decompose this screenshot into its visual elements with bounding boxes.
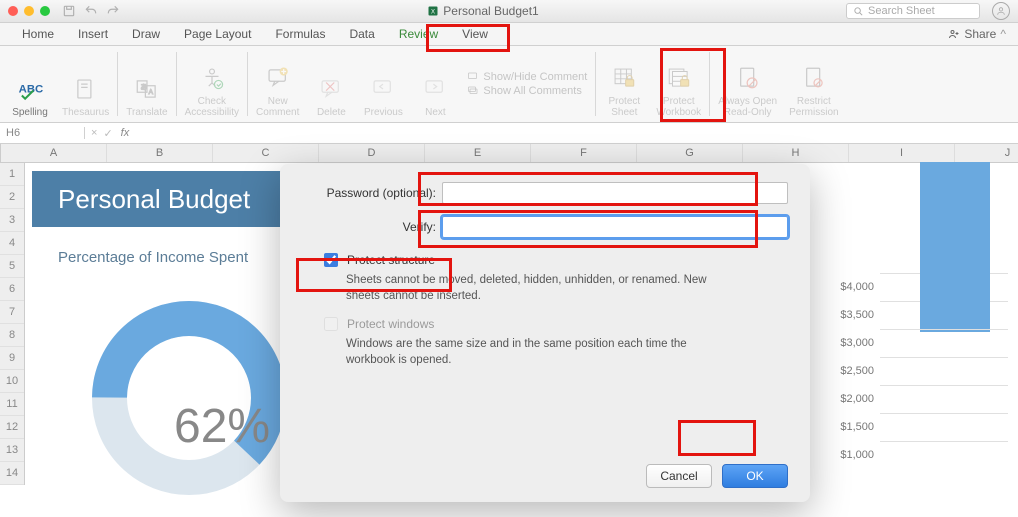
next-label: Next <box>425 107 446 118</box>
spelling-label: Spelling <box>12 107 48 118</box>
column-headers: A B C D E F G H I J <box>0 144 1018 163</box>
col-h[interactable]: H <box>743 144 849 162</box>
previous-label: Previous <box>364 107 403 118</box>
undo-icon[interactable] <box>84 4 98 18</box>
tab-home[interactable]: Home <box>10 24 66 44</box>
zoom-icon[interactable] <box>40 6 50 16</box>
new-comment-label: New Comment <box>256 96 299 118</box>
delete-label: Delete <box>317 107 346 118</box>
restrict-label: Restrict Permission <box>789 96 838 118</box>
user-avatar[interactable] <box>992 2 1010 20</box>
tab-insert[interactable]: Insert <box>66 24 120 44</box>
tab-data[interactable]: Data <box>337 24 386 44</box>
fx-label[interactable]: fx <box>113 127 138 139</box>
translate-button[interactable]: あA Translate <box>120 48 173 120</box>
verify-input[interactable] <box>442 216 788 238</box>
minimize-icon[interactable] <box>24 6 34 16</box>
check-accessibility-button[interactable]: Check Accessibility <box>179 48 245 120</box>
redo-icon[interactable] <box>106 4 120 18</box>
col-c[interactable]: C <box>213 144 319 162</box>
col-a[interactable]: A <box>1 144 107 162</box>
col-g[interactable]: G <box>637 144 743 162</box>
share-button[interactable]: Share <box>964 27 996 41</box>
password-label: Password (optional): <box>302 186 442 200</box>
formula-bar: H6 ×✓ fx <box>0 123 1018 144</box>
col-j[interactable]: J <box>955 144 1018 162</box>
protect-structure-check[interactable] <box>324 253 338 267</box>
structure-description: Sheets cannot be moved, deleted, hidden,… <box>346 273 726 304</box>
delete-comment-button[interactable]: Delete <box>305 48 357 120</box>
cancel-button[interactable]: Cancel <box>646 464 712 488</box>
tab-review[interactable]: Review <box>387 24 450 44</box>
search-placeholder: Search Sheet <box>868 5 935 17</box>
search-icon <box>853 6 864 17</box>
search-box[interactable]: Search Sheet <box>846 3 980 19</box>
translate-label: Translate <box>126 107 167 118</box>
protect-workbook-button[interactable]: Protect Workbook <box>650 48 707 120</box>
protect-workbook-dialog: Password (optional): Verify: Protect str… <box>280 164 810 502</box>
col-b[interactable]: B <box>107 144 213 162</box>
ribbon-tabs: Home Insert Draw Page Layout Formulas Da… <box>0 23 1018 46</box>
svg-text:あ: あ <box>140 83 147 91</box>
col-i[interactable]: I <box>849 144 955 162</box>
ribbon: ABC Spelling Thesaurus あA Translate Chec… <box>0 46 1018 123</box>
windows-description: Windows are the same size and in the sam… <box>346 337 726 368</box>
name-box[interactable]: H6 <box>0 127 85 139</box>
check-accessibility-label: Check Accessibility <box>185 96 239 118</box>
verify-label: Verify: <box>302 220 442 234</box>
col-f[interactable]: F <box>531 144 637 162</box>
save-icon[interactable] <box>62 4 76 18</box>
percent-value: 62% <box>174 399 270 454</box>
tab-formulas[interactable]: Formulas <box>263 24 337 44</box>
always-open-label: Always Open Read-Only <box>718 96 777 118</box>
protect-windows-label: Protect windows <box>347 317 434 331</box>
tab-pagelayout[interactable]: Page Layout <box>172 24 263 44</box>
next-comment-button[interactable]: Next <box>409 48 461 120</box>
window-controls[interactable] <box>8 6 50 16</box>
thesaurus-button[interactable]: Thesaurus <box>56 48 115 120</box>
restrict-permission-button[interactable]: Restrict Permission <box>783 48 844 120</box>
previous-comment-button[interactable]: Previous <box>357 48 409 120</box>
title-bar: X Personal Budget1 Search Sheet <box>0 0 1018 23</box>
protect-workbook-label: Protect Workbook <box>656 96 701 118</box>
quick-access <box>62 4 120 18</box>
row-headers: 1234567891011121314 <box>0 163 25 485</box>
subtitle: Percentage of Income Spent <box>58 249 248 266</box>
thesaurus-label: Thesaurus <box>62 107 109 118</box>
col-e[interactable]: E <box>425 144 531 162</box>
svg-text:X: X <box>431 10 435 16</box>
protect-windows-checkbox: Protect windows <box>320 314 788 334</box>
svg-text:A: A <box>149 89 154 96</box>
col-d[interactable]: D <box>319 144 425 162</box>
spelling-button[interactable]: ABC Spelling <box>4 48 56 120</box>
password-input[interactable] <box>442 182 788 204</box>
protect-sheet-label: Protect Sheet <box>609 96 641 118</box>
protect-sheet-button[interactable]: Protect Sheet <box>598 48 650 120</box>
bar-chart: $4,000 $3,500 $3,000 $2,500 $2,000 $1,50… <box>828 273 1008 469</box>
excel-icon: X <box>427 5 439 17</box>
tab-draw[interactable]: Draw <box>120 24 172 44</box>
protect-windows-check <box>324 317 338 331</box>
protect-structure-checkbox[interactable]: Protect structure <box>320 250 788 270</box>
always-open-readonly-button[interactable]: Always Open Read-Only <box>712 48 783 120</box>
show-all-comments-button[interactable]: Show All Comments <box>467 85 587 97</box>
new-comment-button[interactable]: New Comment <box>250 48 305 120</box>
tab-view[interactable]: View <box>450 24 500 44</box>
protect-structure-label: Protect structure <box>347 253 435 267</box>
close-icon[interactable] <box>8 6 18 16</box>
donut-chart <box>84 293 294 503</box>
ok-button[interactable]: OK <box>722 464 788 488</box>
document-title: Personal Budget1 <box>443 4 538 18</box>
show-hide-comment-button[interactable]: Show/Hide Comment <box>467 71 587 83</box>
share-icon <box>948 28 960 40</box>
